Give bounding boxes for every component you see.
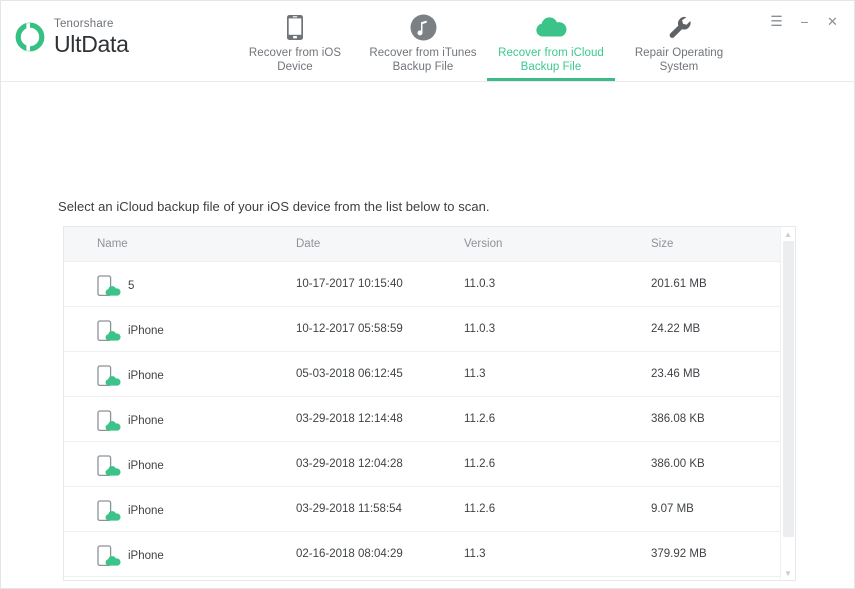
table-row[interactable]: iPhone 03-29-2018 12:14:48 11.2.6 386.08… — [64, 397, 795, 442]
device-cloud-icon — [97, 320, 121, 342]
backup-name: iPhone — [128, 505, 164, 517]
device-cloud-icon — [97, 365, 121, 387]
table-row[interactable]: iPhone 05-03-2018 06:12:45 11.3 23.46 MB — [64, 352, 795, 397]
column-header-date: Date — [296, 238, 320, 250]
active-tab-indicator — [487, 78, 615, 81]
tab-recover-from-itunes-backup-file[interactable]: Recover from iTunesBackup File — [359, 1, 487, 81]
cell-date: 03-29-2018 12:04:28 — [296, 458, 403, 470]
cell-name: iPhone — [97, 410, 164, 432]
column-header-size: Size — [651, 238, 673, 250]
table-row[interactable]: iPhone 03-29-2018 12:04:28 11.2.6 386.00… — [64, 442, 795, 487]
cell-version: 11.0.3 — [464, 278, 495, 290]
main-nav-tabs: Recover from iOSDevice Recover from iTun… — [231, 1, 743, 82]
cell-size: 386.08 KB — [651, 413, 705, 425]
app-window: Tenorshare UltData Recover from iOSDevic… — [0, 0, 855, 589]
cell-date: 10-12-2017 05:58:59 — [296, 323, 403, 335]
cell-name: iPhone — [97, 320, 164, 342]
backup-name: iPhone — [128, 370, 164, 382]
cell-name: iPhone — [97, 365, 164, 387]
cell-name: iPhone — [97, 545, 164, 567]
cell-name: iPhone — [97, 455, 164, 477]
cell-size: 201.61 MB — [651, 278, 707, 290]
device-cloud-icon — [97, 545, 121, 567]
table-row[interactable]: iPhone 03-29-2018 11:58:54 11.2.6 9.07 M… — [64, 487, 795, 532]
scrollbar-track[interactable] — [781, 241, 796, 566]
scroll-up-icon[interactable]: ▲ — [781, 227, 796, 241]
cell-size: 9.07 MB — [651, 503, 694, 515]
column-header-version: Version — [464, 238, 502, 250]
table-body: 5 10-17-2017 10:15:40 11.0.3 201.61 MB — [64, 262, 795, 580]
close-button[interactable]: ✕ — [825, 14, 840, 29]
wrench-icon — [666, 12, 692, 42]
cell-version: 11.2.6 — [464, 503, 495, 515]
main-content: Select an iCloud backup file of your iOS… — [1, 82, 854, 588]
cloud-icon — [535, 12, 568, 42]
device-cloud-icon — [97, 455, 121, 477]
brand-subtitle: Tenorshare — [54, 19, 129, 31]
tab-label: Recover from iOSDevice — [249, 46, 341, 74]
cell-name: 5 — [97, 275, 134, 297]
cell-size: 24.22 MB — [651, 323, 700, 335]
backup-list-table: Name Date Version Size 5 — [63, 226, 796, 581]
scroll-down-icon[interactable]: ▼ — [781, 566, 796, 580]
column-header-name: Name — [97, 238, 128, 250]
device-cloud-icon — [97, 275, 121, 297]
cell-date: 05-03-2018 06:12:45 — [296, 368, 403, 380]
itunes-icon — [410, 12, 437, 42]
tab-recover-from-ios-device[interactable]: Recover from iOSDevice — [231, 1, 359, 81]
cell-version: 11.0.3 — [464, 323, 495, 335]
cell-version: 11.2.6 — [464, 458, 495, 470]
table-row[interactable]: iPhone 02-16-2018 08:04:29 11.3 379.92 M… — [64, 532, 795, 577]
cell-version: 11.3 — [464, 548, 486, 560]
phone-icon — [286, 12, 304, 42]
cell-version: 11.2.6 — [464, 413, 495, 425]
device-cloud-icon — [97, 500, 121, 522]
backup-name: iPhone — [128, 325, 164, 337]
table-row[interactable]: iPhone 10-12-2017 05:58:59 11.0.3 24.22 … — [64, 307, 795, 352]
backup-name: iPhone — [128, 415, 164, 427]
backup-name: iPhone — [128, 460, 164, 472]
cell-date: 03-29-2018 12:14:48 — [296, 413, 403, 425]
cell-date: 03-29-2018 11:58:54 — [296, 503, 402, 515]
table-row[interactable]: 5 10-17-2017 10:15:40 11.0.3 201.61 MB — [64, 262, 795, 307]
tab-recover-from-icloud-backup-file[interactable]: Recover from iCloudBackup File — [487, 1, 615, 81]
scrollbar-thumb[interactable] — [783, 241, 794, 537]
minimize-button[interactable]: − — [797, 14, 812, 29]
cell-size: 386.00 KB — [651, 458, 705, 470]
app-header: Tenorshare UltData Recover from iOSDevic… — [1, 1, 854, 82]
cell-version: 11.3 — [464, 368, 486, 380]
backup-name: iPhone — [128, 550, 164, 562]
tab-label: Recover from iTunesBackup File — [369, 46, 476, 74]
cell-size: 379.92 MB — [651, 548, 707, 560]
cell-name: iPhone — [97, 500, 164, 522]
cell-date: 10-17-2017 10:15:40 — [296, 278, 403, 290]
cell-date: 02-16-2018 08:04:29 — [296, 548, 403, 560]
menu-button[interactable]: ☰ — [769, 14, 784, 29]
tab-label: Repair OperatingSystem — [635, 46, 723, 74]
backup-name: 5 — [128, 280, 134, 292]
tab-repair-operating-system[interactable]: Repair OperatingSystem — [615, 1, 743, 81]
device-cloud-icon — [97, 410, 121, 432]
refresh-circle-icon — [15, 22, 45, 52]
window-controls: ☰ − ✕ — [769, 14, 840, 29]
table-header-row: Name Date Version Size — [64, 227, 795, 262]
brand-logo: Tenorshare UltData — [1, 1, 231, 56]
brand-title: UltData — [54, 33, 129, 56]
table-scrollbar[interactable]: ▲ ▼ — [780, 227, 795, 580]
tab-label: Recover from iCloudBackup File — [498, 46, 604, 74]
page-instruction: Select an iCloud backup file of your iOS… — [58, 199, 490, 214]
cell-size: 23.46 MB — [651, 368, 700, 380]
